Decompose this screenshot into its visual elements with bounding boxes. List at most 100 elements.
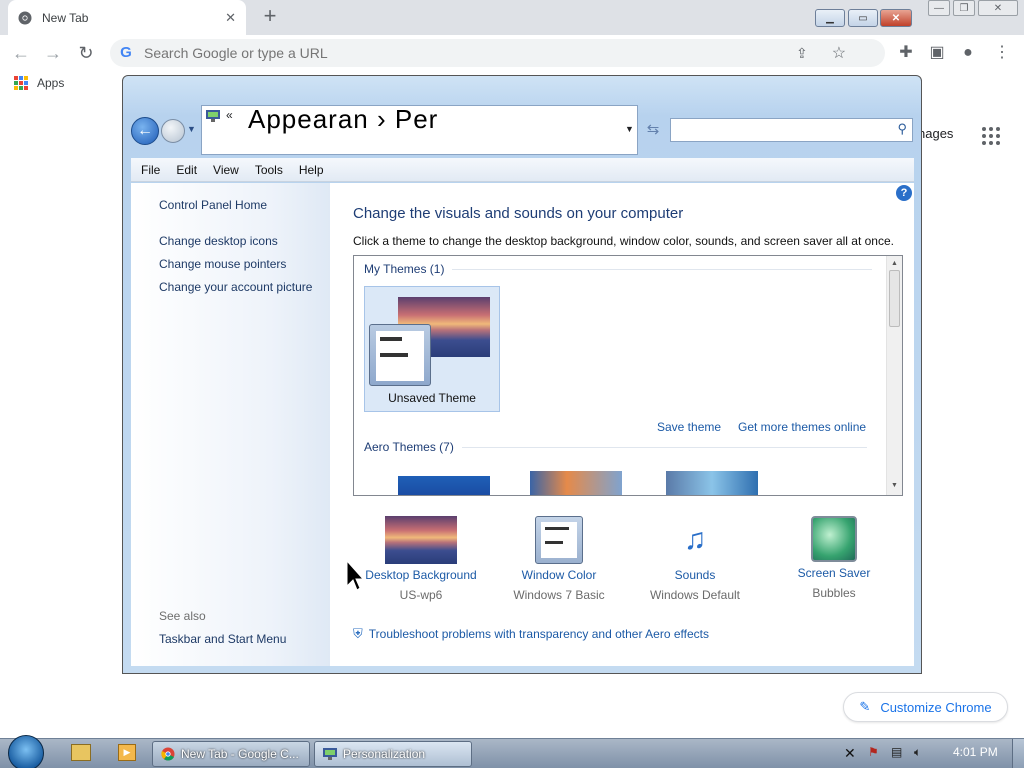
refresh-icon[interactable]: ⇆ — [641, 117, 665, 143]
taskbar-item-chrome[interactable]: New Tab - Google C... — [152, 741, 310, 767]
address-prefix: « — [226, 108, 233, 122]
tray-volume-icon[interactable]: 🔈︎ — [914, 745, 921, 760]
apps-grid-icon — [14, 76, 28, 90]
control-panel-icon — [206, 110, 220, 122]
sounds-music-icon: ♫ — [683, 523, 707, 556]
start-orb-button[interactable] — [8, 735, 44, 768]
media-player-icon[interactable]: ▶ — [118, 744, 136, 761]
aero-theme-characters[interactable] — [666, 471, 758, 495]
search-icon: ⚲ — [897, 121, 907, 136]
reload-icon[interactable]: ↻ — [75, 42, 97, 64]
history-dropdown-icon[interactable]: ▼ — [187, 124, 196, 134]
profile-avatar-icon[interactable]: ● — [958, 43, 978, 63]
tray-clock[interactable]: 4:01 PM — [953, 745, 998, 759]
back-arrow-icon[interactable]: ← — [10, 42, 32, 64]
apps-label: Apps — [37, 76, 65, 90]
google-apps-icon[interactable] — [982, 127, 1000, 145]
aero-theme-architecture[interactable] — [530, 471, 622, 495]
screen-saver-value: Bubbles — [812, 586, 856, 600]
win-maximize-button[interactable]: ▭ — [848, 9, 878, 27]
menu-edit[interactable]: Edit — [176, 163, 197, 177]
bookmark-star-icon[interactable]: ☆ — [832, 43, 846, 63]
customize-chrome-button[interactable]: ✎ Customize Chrome — [843, 692, 1008, 722]
aero-themes-heading: Aero Themes (7) — [364, 440, 454, 454]
theme-list: My Themes (1) Unsaved Theme Save theme G… — [353, 255, 903, 496]
address-dropdown-icon[interactable]: ▼ — [625, 124, 634, 134]
new-tab-button[interactable]: + — [258, 5, 282, 29]
tray-x-icon[interactable]: ✕ — [844, 745, 856, 762]
my-themes-group: My Themes (1) — [364, 262, 873, 276]
tray-flag-icon[interactable]: ⚑ — [868, 745, 879, 759]
desktop-background-item[interactable]: Desktop Background US-wp6 — [351, 516, 491, 602]
window-color-item[interactable]: Window Color Windows 7 Basic — [489, 516, 629, 602]
desktop-background-value: US-wp6 — [399, 588, 443, 602]
omnibox-input[interactable] — [144, 45, 784, 61]
restore-button[interactable]: ❐ — [953, 0, 975, 16]
save-theme-link[interactable]: Save theme — [657, 420, 721, 434]
my-themes-heading: My Themes (1) — [364, 262, 445, 276]
change-mouse-pointers-link[interactable]: Change mouse pointers — [159, 257, 286, 271]
explorer-forward-button[interactable] — [161, 119, 185, 143]
menu-file[interactable]: File — [141, 163, 160, 177]
pencil-icon: ✎ — [859, 699, 871, 714]
tab-title: New Tab — [42, 10, 89, 25]
see-also-heading: See also — [159, 609, 206, 623]
customize-chrome-label: Customize Chrome — [880, 699, 992, 715]
get-more-themes-link[interactable]: Get more themes online — [738, 420, 866, 434]
screen-saver-item[interactable]: Screen Saver Bubbles — [764, 516, 904, 600]
tab-new-tab[interactable]: New Tab ✕ — [8, 0, 246, 35]
minimize-button[interactable]: — — [928, 0, 950, 16]
google-g-icon: G — [120, 44, 132, 61]
aero-theme-windows[interactable] — [398, 476, 490, 495]
show-desktop-button[interactable] — [1012, 739, 1024, 768]
taskbar-item-personalization[interactable]: Personalization — [314, 741, 472, 767]
share-icon[interactable]: ⇪ — [796, 45, 808, 62]
change-desktop-icons-link[interactable]: Change desktop icons — [159, 234, 278, 248]
scroll-thumb[interactable] — [889, 270, 900, 327]
desktop-background-icon — [385, 516, 457, 564]
images-link[interactable]: nages — [918, 126, 953, 141]
side-panel-icon[interactable]: ▣ — [927, 43, 947, 63]
taskbar-item-personalization-label: Personalization — [343, 747, 426, 761]
scroll-up-icon[interactable]: ▲ — [891, 260, 898, 267]
win-minimize-button[interactable]: ▁ — [815, 9, 845, 27]
chrome-icon — [161, 747, 175, 761]
win-close-button[interactable]: ✕ — [880, 9, 912, 27]
forward-arrow-icon[interactable]: → — [42, 42, 64, 64]
unsaved-theme-label: Unsaved Theme — [388, 391, 476, 405]
apps-bookmark[interactable]: Apps — [14, 76, 64, 90]
theme-list-scrollbar[interactable]: ▲ ▼ — [886, 256, 902, 495]
explorer-back-button[interactable]: ← — [131, 117, 159, 145]
address-bar[interactable]: « Appearan › Per ▼ — [201, 105, 638, 155]
window-color-value: Windows 7 Basic — [513, 588, 605, 602]
task-pane: Control Panel Home Change desktop icons … — [131, 183, 330, 666]
theme-window-preview — [369, 324, 431, 386]
menu-tools[interactable]: Tools — [255, 163, 283, 177]
troubleshoot-link[interactable]: Troubleshoot problems with transparency … — [369, 627, 709, 641]
tray-network-icon[interactable]: ▤ — [891, 745, 902, 759]
aero-themes-group: Aero Themes (7) — [364, 440, 867, 454]
extensions-puzzle-icon[interactable]: ✚ — [896, 43, 916, 63]
omnibox[interactable]: G ⇪ ☆ — [110, 39, 885, 67]
control-panel-icon — [323, 748, 337, 760]
help-icon[interactable]: ? — [896, 185, 912, 201]
taskbar-start-menu-link[interactable]: Taskbar and Start Menu — [159, 632, 286, 646]
troubleshoot-row[interactable]: ⛨ Troubleshoot problems with transparenc… — [353, 626, 709, 642]
menu-view[interactable]: View — [213, 163, 239, 177]
change-account-picture-link[interactable]: Change your account picture — [159, 280, 312, 294]
main-pane: ? Change the visuals and sounds on your … — [330, 183, 914, 666]
control-panel-home-link[interactable]: Control Panel Home — [159, 198, 267, 212]
page-title: Change the visuals and sounds on your co… — [353, 205, 684, 222]
search-control-panel-input[interactable]: ⚲ — [670, 118, 913, 142]
unsaved-theme-card[interactable]: Unsaved Theme — [364, 286, 500, 412]
sounds-item[interactable]: ♫ Sounds Windows Default — [625, 516, 765, 602]
address-breadcrumb[interactable]: Appearan › Per — [248, 106, 438, 135]
explorer-folder-icon[interactable] — [71, 744, 91, 761]
scroll-down-icon[interactable]: ▼ — [891, 482, 898, 489]
screen-saver-label: Screen Saver — [797, 566, 871, 580]
menu-kebab-icon[interactable]: ⋮ — [992, 43, 1012, 63]
close-button[interactable]: ✕ — [978, 0, 1018, 16]
window-color-label: Window Color — [521, 568, 597, 582]
menu-help[interactable]: Help — [299, 163, 324, 177]
tab-close-icon[interactable]: ✕ — [225, 10, 236, 26]
